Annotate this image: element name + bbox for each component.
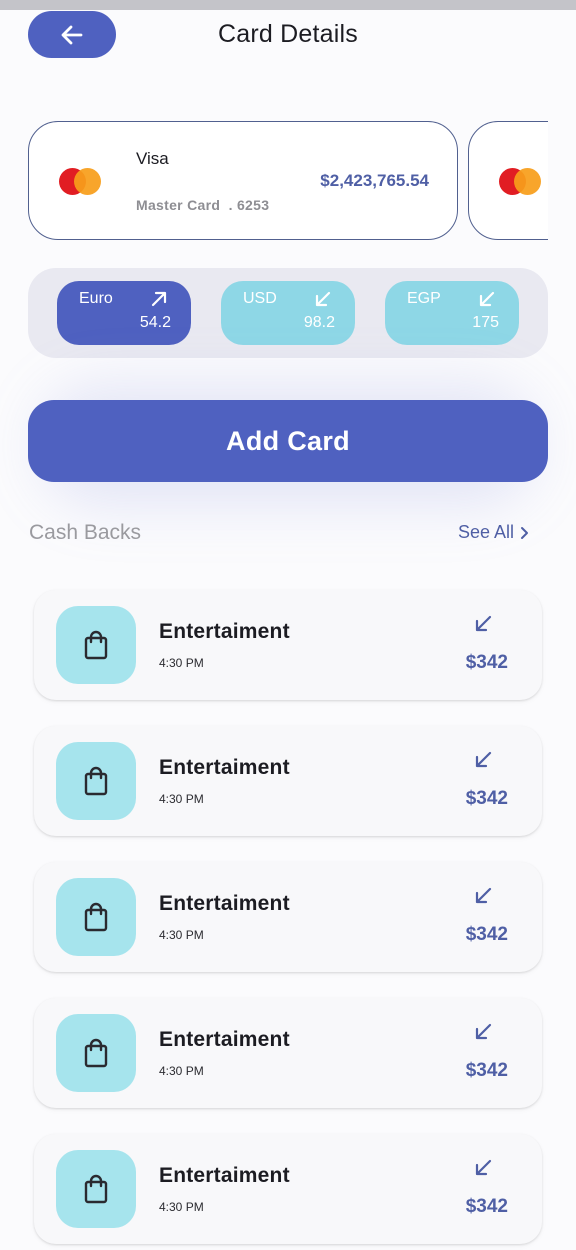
- arrow-up-right-icon: [151, 291, 167, 307]
- shopping-bag-icon: [56, 742, 136, 820]
- arrow-down-left-icon: [475, 1159, 492, 1176]
- list-item[interactable]: Entertaiment 4:30 PM $342: [34, 1134, 542, 1244]
- header: Card Details: [0, 10, 576, 60]
- item-title: Entertaiment: [159, 756, 290, 779]
- currency-chip-euro[interactable]: Euro 54.2: [57, 281, 191, 345]
- mastercard-logo: [497, 168, 541, 196]
- item-time: 4:30 PM: [159, 656, 204, 670]
- item-time: 4:30 PM: [159, 1200, 204, 1214]
- bank-card-next[interactable]: [468, 121, 548, 240]
- item-amount: $342: [465, 652, 508, 673]
- bank-card[interactable]: Visa Master Card . 6253 $2,423,765.54: [28, 121, 458, 240]
- list-item[interactable]: Entertaiment 4:30 PM $342: [34, 726, 542, 836]
- item-time: 4:30 PM: [159, 1064, 204, 1078]
- list-item[interactable]: Entertaiment 4:30 PM $342: [34, 590, 542, 700]
- item-title: Entertaiment: [159, 620, 290, 643]
- see-all-link[interactable]: See All: [458, 522, 530, 543]
- currency-name: EGP: [407, 290, 441, 307]
- arrow-down-left-icon: [475, 1023, 492, 1040]
- arrow-down-left-icon: [475, 887, 492, 904]
- shopping-bag-icon: [56, 1150, 136, 1228]
- card-type: Visa: [136, 149, 169, 168]
- item-amount: $342: [465, 1060, 508, 1081]
- item-title: Entertaiment: [159, 1164, 290, 1187]
- item-time: 4:30 PM: [159, 928, 204, 942]
- cards-carousel[interactable]: Visa Master Card . 6253 $2,423,765.54: [28, 121, 548, 241]
- item-time: 4:30 PM: [159, 792, 204, 806]
- see-all-label: See All: [457, 522, 514, 542]
- shopping-bag-icon: [56, 878, 136, 956]
- status-bar: [0, 0, 576, 10]
- currency-name: Euro: [79, 290, 113, 307]
- currency-value: 175: [472, 314, 499, 331]
- shopping-bag-icon: [56, 1014, 136, 1092]
- list-item[interactable]: Entertaiment 4:30 PM $342: [34, 862, 542, 972]
- arrow-down-left-icon: [475, 615, 492, 632]
- currency-value: 54.2: [139, 314, 171, 331]
- item-amount: $342: [465, 924, 508, 945]
- arrow-down-left-icon: [315, 291, 331, 307]
- currency-value: 98.2: [303, 314, 335, 331]
- shopping-bag-icon: [56, 606, 136, 684]
- mastercard-logo: [57, 168, 101, 196]
- card-balance: $2,423,765.54: [320, 171, 429, 190]
- item-amount: $342: [465, 788, 508, 809]
- card-number: Master Card . 6253: [136, 197, 270, 213]
- chevron-right-icon: [521, 526, 528, 539]
- currency-chip-usd[interactable]: USD 98.2: [221, 281, 355, 345]
- arrow-down-left-icon: [475, 751, 492, 768]
- currency-chip-egp[interactable]: EGP 175: [385, 281, 519, 345]
- add-card-button[interactable]: Add Card: [28, 400, 548, 482]
- item-title: Entertaiment: [159, 1028, 290, 1051]
- currency-rates: Euro 54.2 USD 98.2 EGP 175: [28, 268, 548, 358]
- section-title: Cash Backs: [29, 521, 142, 544]
- item-amount: $342: [465, 1196, 508, 1217]
- item-title: Entertaiment: [159, 892, 290, 915]
- arrow-down-left-icon: [479, 291, 495, 307]
- page-title: Card Details: [218, 20, 358, 48]
- list-item[interactable]: Entertaiment 4:30 PM $342: [34, 998, 542, 1108]
- currency-name: USD: [243, 290, 277, 307]
